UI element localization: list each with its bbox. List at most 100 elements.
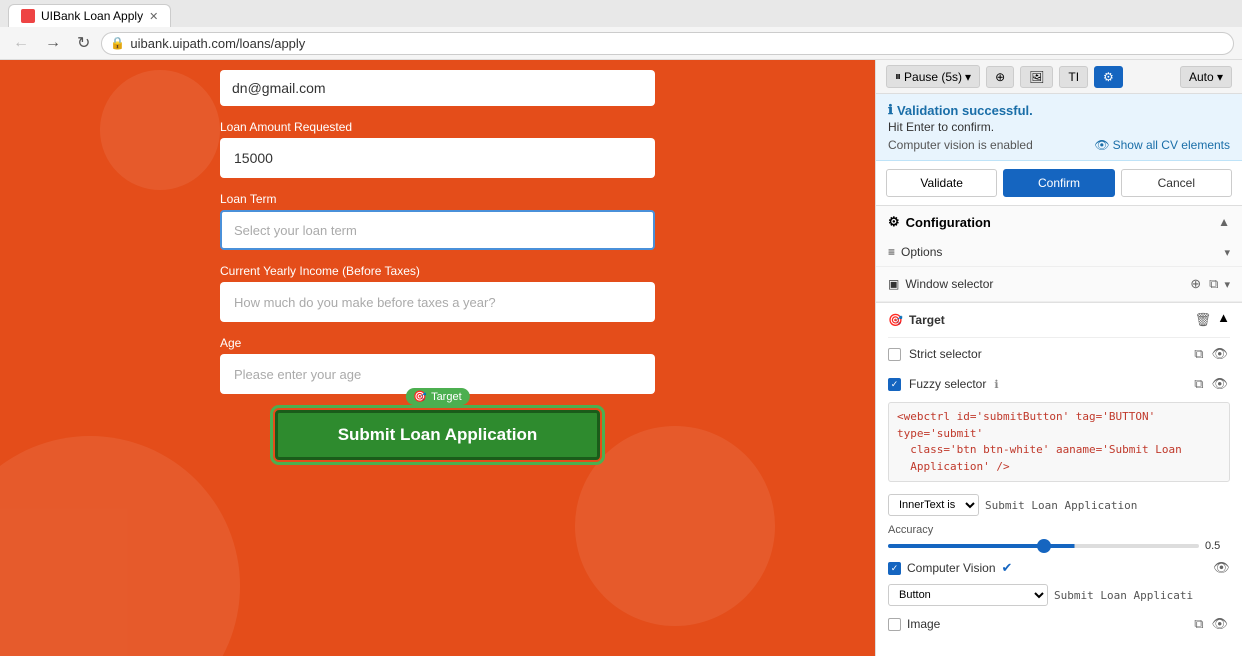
pause-chevron-icon: ▾ (965, 70, 971, 84)
submit-button[interactable]: Submit Loan Application (275, 410, 601, 460)
image-tool-button[interactable]: 🖼 (1020, 66, 1053, 88)
loan-term-group: Loan Term (220, 192, 655, 250)
address-bar: ← → ↻ 🔒 uibank.uipath.com/loans/apply (0, 27, 1242, 59)
accuracy-slider-row: 0.5 (888, 540, 1230, 552)
target-config-label: Target (909, 313, 945, 327)
target-tool-button[interactable]: ⊕ (986, 66, 1014, 88)
window-copy-icon[interactable]: ⧉ (1207, 274, 1220, 294)
selector-code-block: <webctrl id='submitButton' tag='BUTTON' … (888, 402, 1230, 482)
target-icon: 🎯 (413, 390, 427, 403)
info-icon: ℹ (888, 102, 893, 118)
url-bar[interactable]: 🔒 uibank.uipath.com/loans/apply (101, 32, 1234, 55)
income-input[interactable] (220, 282, 655, 322)
loan-term-input[interactable] (220, 210, 655, 250)
window-selector-label: Window selector (905, 277, 993, 291)
loan-form-area: dn@gmail.com Loan Amount Requested Loan … (0, 60, 875, 656)
configuration-header[interactable]: ⚙ Configuration ▲ (876, 206, 1242, 238)
submit-wrapper: 🎯 Target Submit Loan Application (220, 410, 655, 460)
strict-selector-row: Strict selector ⧉ 👁 (888, 338, 1230, 370)
cancel-button[interactable]: Cancel (1121, 169, 1232, 197)
config-title-text: Configuration (906, 215, 991, 230)
show-cv-link[interactable]: 👁 Show all CV elements (1094, 138, 1230, 152)
cv-eye-icon[interactable]: 👁 (1213, 560, 1230, 576)
strict-copy-icon[interactable]: ⧉ (1192, 344, 1205, 364)
settings-tool-button[interactable]: ⚙ (1094, 66, 1123, 88)
options-icon: ≡ (888, 245, 895, 259)
reload-button[interactable]: ↻ (72, 31, 95, 55)
configuration-section: ⚙ Configuration ▲ ≡ Options ▾ (876, 206, 1242, 303)
innertext-value: Submit Loan Application (985, 499, 1137, 512)
pause-icon: ⏸ (895, 69, 901, 84)
tab-bar: UIBank Loan Apply ✕ (0, 0, 1242, 27)
configuration-title: ⚙ Configuration (888, 214, 991, 230)
active-tab[interactable]: UIBank Loan Apply ✕ (8, 4, 171, 27)
show-cv-text: Show all CV elements (1113, 138, 1230, 152)
income-group: Current Yearly Income (Before Taxes) (220, 264, 655, 322)
fuzzy-copy-icon[interactable]: ⧉ (1192, 374, 1205, 394)
target-collapse-icon: ▲ (1217, 310, 1230, 330)
target-config-title: 🎯 Target (888, 313, 945, 327)
fuzzy-selector-label: Fuzzy selector (909, 377, 986, 391)
cv-checkbox[interactable] (888, 562, 901, 575)
image-checkbox[interactable] (888, 618, 901, 631)
cv-enabled-text: Computer vision is enabled (888, 138, 1033, 152)
url-text: uibank.uipath.com/loans/apply (130, 36, 305, 51)
strict-selector-checkbox[interactable] (888, 348, 901, 361)
strict-selector-actions: ⧉ 👁 (1192, 344, 1230, 364)
panel-toolbar: ⏸ Pause (5s) ▾ ⊕ 🖼 TI ⚙ Auto ▾ (876, 60, 1242, 94)
options-section: ≡ Options ▾ (876, 238, 1242, 267)
right-panel: ⏸ Pause (5s) ▾ ⊕ 🖼 TI ⚙ Auto ▾ ℹ Validat… (875, 60, 1242, 656)
options-chevron-icon: ▾ (1224, 246, 1230, 259)
loan-amount-group: Loan Amount Requested (220, 120, 655, 178)
fuzzy-eye-icon[interactable]: 👁 (1209, 374, 1230, 394)
window-selector-header[interactable]: ▣ Window selector ⊕ ⧉ ▾ (876, 267, 1242, 301)
income-label: Current Yearly Income (Before Taxes) (220, 264, 655, 278)
accuracy-row: Accuracy 0.5 (888, 520, 1230, 556)
fuzzy-selector-checkbox[interactable] (888, 378, 901, 391)
fuzzy-info-icon[interactable]: ℹ (994, 378, 998, 391)
image-row-actions: ⧉ 👁 (1192, 614, 1230, 634)
email-display: dn@gmail.com (220, 70, 655, 106)
forward-button[interactable]: → (40, 32, 66, 54)
config-chevron-icon: ▲ (1218, 215, 1230, 229)
validate-button[interactable]: Validate (886, 169, 997, 197)
tab-favicon (21, 9, 35, 23)
button-type-row: Button Submit Loan Applicati (888, 580, 1230, 610)
button-type-select[interactable]: Button (888, 584, 1048, 606)
cv-enabled-row: Computer vision is enabled 👁 Show all CV… (888, 138, 1230, 152)
target-delete-icon[interactable]: 🗑 (1193, 310, 1214, 330)
lock-icon: 🔒 (110, 36, 125, 50)
auto-button[interactable]: Auto ▾ (1180, 66, 1232, 88)
target-config-section: 🎯 Target 🗑 ▲ Strict selector ⧉ 👁 (876, 303, 1242, 648)
validation-banner: ℹ Validation successful. Hit Enter to co… (876, 94, 1242, 161)
fuzzy-selector-actions: ⧉ 👁 (1192, 374, 1230, 394)
pause-button[interactable]: ⏸ Pause (5s) ▾ (886, 65, 980, 88)
validation-success-text: Validation successful. (897, 103, 1033, 118)
loan-amount-input[interactable] (220, 138, 655, 178)
auto-chevron-icon: ▾ (1217, 70, 1223, 84)
image-row: Image ⧉ 👁 (888, 610, 1230, 638)
strict-eye-icon[interactable]: 👁 (1209, 344, 1230, 364)
window-add-icon[interactable]: ⊕ (1188, 274, 1203, 294)
text-tool-button[interactable]: TI (1059, 66, 1088, 88)
accuracy-slider[interactable] (888, 544, 1199, 548)
auto-label: Auto (1189, 70, 1214, 84)
action-row: Validate Confirm Cancel (876, 161, 1242, 206)
strict-selector-label: Strict selector (909, 347, 982, 361)
loan-term-label: Loan Term (220, 192, 655, 206)
tab-close-icon[interactable]: ✕ (149, 10, 158, 23)
window-selector-section: ▣ Window selector ⊕ ⧉ ▾ (876, 267, 1242, 302)
pause-label: Pause (5s) (904, 70, 962, 84)
options-header[interactable]: ≡ Options ▾ (876, 238, 1242, 266)
back-button[interactable]: ← (8, 32, 34, 54)
innertext-select[interactable]: InnerText is (888, 494, 979, 516)
validation-hint: Hit Enter to confirm. (888, 120, 1230, 134)
image-eye-icon[interactable]: 👁 (1209, 614, 1230, 634)
button-type-value: Submit Loan Applicati (1054, 589, 1193, 602)
confirm-button[interactable]: Confirm (1003, 169, 1114, 197)
age-label: Age (220, 336, 655, 350)
window-chevron-icon: ▾ (1224, 278, 1230, 291)
image-copy-icon[interactable]: ⧉ (1192, 614, 1205, 634)
deco-circle-3 (100, 70, 220, 190)
window-selector-title: ▣ Window selector (888, 277, 993, 291)
